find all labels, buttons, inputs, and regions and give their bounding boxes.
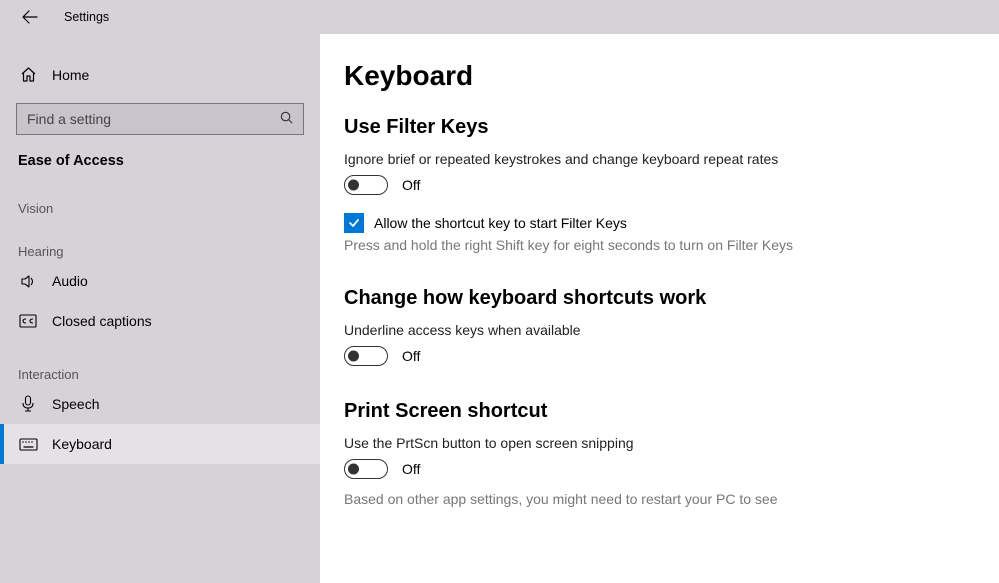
sidebar-item-audio[interactable]: Audio bbox=[0, 261, 320, 301]
filter-keys-toggle[interactable] bbox=[344, 175, 388, 195]
filter-desc: Ignore brief or repeated keystrokes and … bbox=[344, 151, 975, 167]
back-arrow-icon bbox=[22, 9, 38, 25]
sidebar-item-label: Keyboard bbox=[52, 436, 112, 452]
section-title: Use Filter Keys bbox=[344, 116, 975, 139]
section-title: Print Screen shortcut bbox=[344, 400, 975, 423]
toggle-state-label: Off bbox=[402, 461, 420, 477]
section-filter-keys: Use Filter Keys Ignore brief or repeated… bbox=[344, 116, 975, 253]
sidebar-category: Ease of Access bbox=[0, 135, 320, 175]
prtscn-toggle[interactable] bbox=[344, 459, 388, 479]
group-vision-label: Vision bbox=[0, 175, 320, 218]
group-hearing-label: Hearing bbox=[0, 218, 320, 261]
sidebar-home-label: Home bbox=[52, 67, 89, 83]
sidebar-item-label: Speech bbox=[52, 396, 99, 412]
prtscn-desc: Use the PrtScn button to open screen sni… bbox=[344, 435, 975, 451]
cc-icon bbox=[18, 314, 38, 328]
home-icon bbox=[18, 66, 38, 83]
toggle-knob bbox=[348, 180, 359, 191]
group-interaction-label: Interaction bbox=[0, 341, 320, 384]
section-shortcuts: Change how keyboard shortcuts work Under… bbox=[344, 287, 975, 366]
toggle-knob bbox=[348, 464, 359, 475]
sidebar: Home Ease of Access Vision Hearing Audio… bbox=[0, 34, 320, 583]
shortcuts-desc: Underline access keys when available bbox=[344, 322, 975, 338]
filter-hint: Press and hold the right Shift key for e… bbox=[344, 237, 975, 253]
section-title: Change how keyboard shortcuts work bbox=[344, 287, 975, 310]
content: Keyboard Use Filter Keys Ignore brief or… bbox=[320, 34, 999, 583]
page-title: Keyboard bbox=[344, 60, 975, 92]
search-input[interactable] bbox=[16, 103, 304, 135]
underline-access-keys-toggle[interactable] bbox=[344, 346, 388, 366]
sidebar-item-keyboard[interactable]: Keyboard bbox=[0, 424, 320, 464]
back-button[interactable] bbox=[18, 5, 42, 29]
keyboard-icon bbox=[18, 438, 38, 451]
search-wrap bbox=[16, 103, 304, 135]
section-print-screen: Print Screen shortcut Use the PrtScn but… bbox=[344, 400, 975, 507]
prtscn-note: Based on other app settings, you might n… bbox=[344, 491, 975, 507]
filter-shortcut-checkbox[interactable] bbox=[344, 213, 364, 233]
sidebar-item-label: Audio bbox=[52, 273, 88, 289]
microphone-icon bbox=[18, 395, 38, 413]
sidebar-item-closed-captions[interactable]: Closed captions bbox=[0, 301, 320, 341]
sidebar-item-speech[interactable]: Speech bbox=[0, 384, 320, 424]
check-icon bbox=[347, 216, 361, 230]
window-title: Settings bbox=[64, 10, 109, 24]
toggle-knob bbox=[348, 351, 359, 362]
toggle-state-label: Off bbox=[402, 177, 420, 193]
checkbox-label: Allow the shortcut key to start Filter K… bbox=[374, 215, 627, 231]
toggle-state-label: Off bbox=[402, 348, 420, 364]
sidebar-home[interactable]: Home bbox=[0, 56, 320, 93]
speaker-icon bbox=[18, 273, 38, 290]
titlebar: Settings bbox=[0, 0, 999, 34]
sidebar-item-label: Closed captions bbox=[52, 313, 152, 329]
